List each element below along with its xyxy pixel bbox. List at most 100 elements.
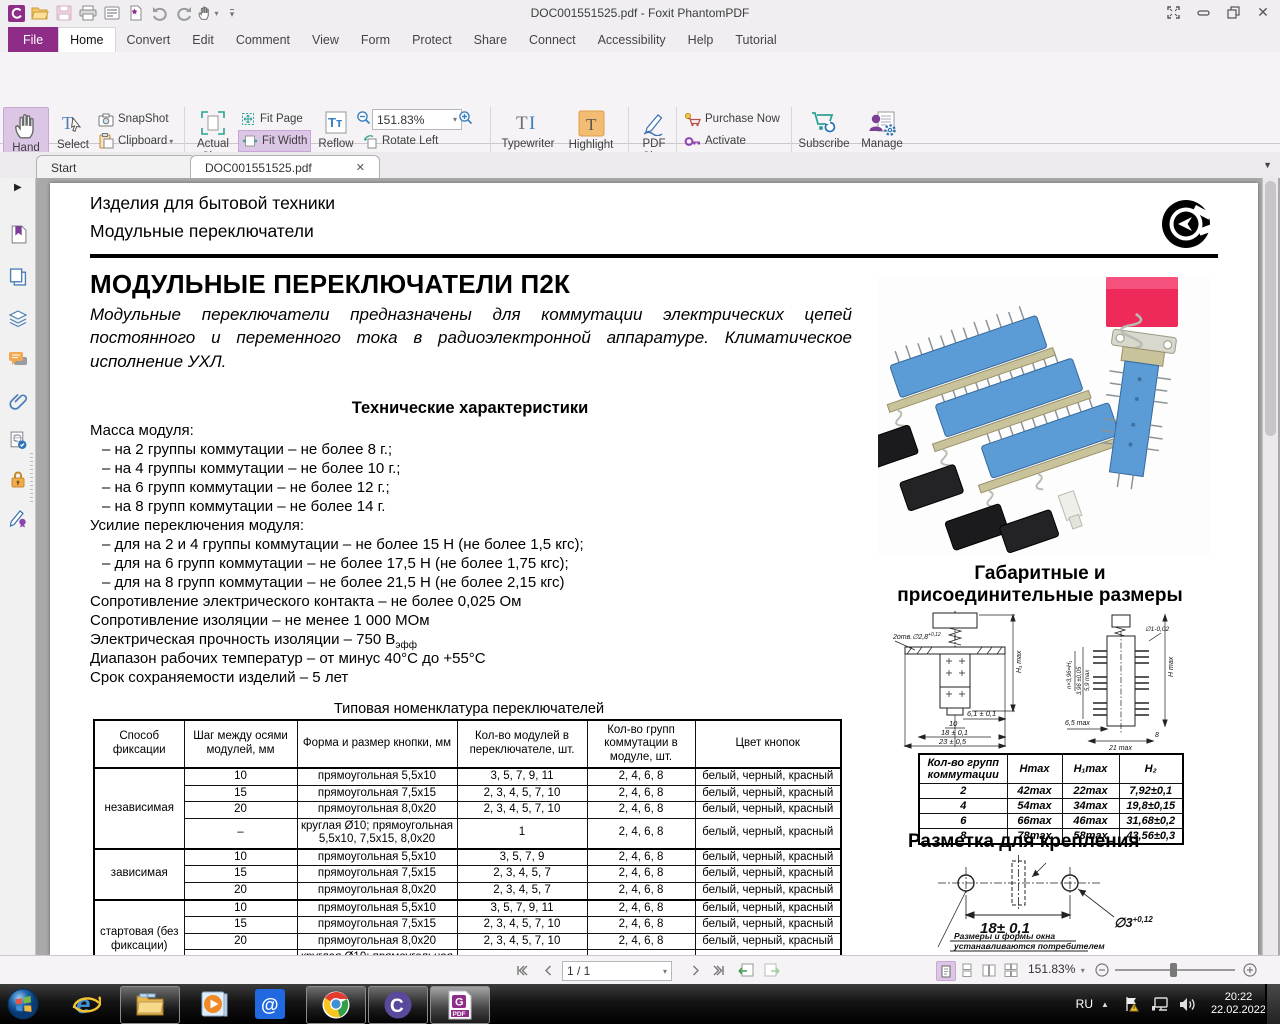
- zoom-out-button[interactable]: [356, 110, 371, 125]
- tab-view[interactable]: View: [301, 27, 350, 52]
- table-cell: 2, 4, 6, 8: [587, 866, 695, 883]
- tab-file[interactable]: File: [8, 27, 58, 52]
- pages-panel-button[interactable]: [7, 266, 29, 288]
- taskbar-clock[interactable]: 20:22 22.02.2022: [1211, 991, 1266, 1017]
- undo-button[interactable]: [149, 2, 171, 24]
- tab-tutorial[interactable]: Tutorial: [724, 27, 787, 52]
- first-page-button[interactable]: [512, 960, 532, 980]
- zoom-out-statusbar-button[interactable]: [1092, 960, 1112, 980]
- previous-view-button[interactable]: [736, 960, 756, 980]
- taskbar-windows-explorer[interactable]: [120, 986, 180, 1024]
- restore-button[interactable]: [1218, 0, 1248, 25]
- statusbar-zoom-value[interactable]: 151.83% ▾: [1028, 962, 1085, 976]
- purchase-now-button[interactable]: Purchase Now: [684, 109, 780, 129]
- highlight-icon: T: [578, 110, 605, 137]
- security-panel-button[interactable]: [7, 468, 29, 490]
- action-center-flag-icon[interactable]: [1124, 996, 1141, 1012]
- expand-panel-arrow[interactable]: ▶: [14, 182, 22, 193]
- tab-document[interactable]: DOC001551525.pdf ✕: [190, 155, 380, 179]
- tab-connect[interactable]: Connect: [518, 27, 587, 52]
- tab-list-dropdown[interactable]: ▼: [1263, 160, 1272, 170]
- tab-start-page[interactable]: Start: [36, 155, 196, 179]
- tab-comment[interactable]: Comment: [225, 27, 301, 52]
- comments-panel-button[interactable]: [7, 349, 29, 371]
- create-pdf-button[interactable]: [125, 2, 147, 24]
- taskbar-media-player[interactable]: [192, 986, 236, 1022]
- table-cell: 2, 4, 6, 8: [587, 849, 695, 866]
- spec-line: – на 2 группы коммутации – не более 8 г.…: [102, 440, 392, 459]
- fullscreen-button[interactable]: [1158, 0, 1188, 25]
- tab-convert[interactable]: Convert: [116, 27, 182, 52]
- snapshot-button[interactable]: SnapShot: [98, 109, 169, 129]
- taskbar-mail[interactable]: @: [248, 986, 292, 1022]
- taskbar-utorrent[interactable]: C: [368, 986, 428, 1024]
- volume-icon[interactable]: [1179, 997, 1196, 1012]
- scrollbar-thumb[interactable]: [1265, 181, 1276, 436]
- continuous-view-button[interactable]: [958, 961, 976, 979]
- facing-view-button[interactable]: [980, 961, 998, 979]
- continuous-facing-view-button[interactable]: [1002, 961, 1020, 979]
- save-button[interactable]: [53, 2, 75, 24]
- tab-share[interactable]: Share: [463, 27, 518, 52]
- open-file-button[interactable]: [29, 2, 51, 24]
- signature-panel-button[interactable]: [7, 507, 29, 529]
- close-tab-icon[interactable]: ✕: [356, 161, 365, 174]
- page-number-combo[interactable]: 1 / 1▾: [562, 961, 672, 981]
- previous-page-button[interactable]: [538, 960, 558, 980]
- minimize-button[interactable]: [1188, 0, 1218, 25]
- document-properties-button[interactable]: [101, 2, 123, 24]
- foxit-logo-icon[interactable]: [5, 2, 27, 24]
- page-number-value: 1 / 1: [567, 964, 590, 978]
- svg-text:5,9 max: 5,9 max: [1085, 669, 1091, 691]
- taskbar-chrome[interactable]: [306, 986, 366, 1024]
- network-icon[interactable]: [1151, 997, 1169, 1012]
- tab-edit[interactable]: Edit: [181, 27, 225, 52]
- bookmarks-panel-button[interactable]: [7, 223, 29, 245]
- clipboard-button[interactable]: Clipboard ▾: [98, 131, 173, 151]
- show-desktop-button[interactable]: [1265, 984, 1280, 1024]
- layers-panel-button[interactable]: [7, 308, 29, 330]
- start-button[interactable]: [4, 986, 42, 1022]
- single-page-view-button[interactable]: [936, 961, 956, 981]
- table-cell: 1: [457, 818, 587, 849]
- table-cell: 20: [184, 933, 297, 950]
- hand-tool-quick-button[interactable]: ▾: [197, 2, 219, 24]
- zoom-level-combo[interactable]: 151.83%▾: [372, 109, 462, 130]
- hand-tool-dropdown[interactable]: ▾: [214, 9, 218, 18]
- table-cell: 2: [919, 784, 1007, 799]
- table-cell: белый, черный, красный: [695, 933, 841, 950]
- tab-help[interactable]: Help: [677, 27, 725, 52]
- taskbar-foxit-phantompdf[interactable]: G PDF: [430, 986, 490, 1024]
- close-button[interactable]: ✕: [1248, 0, 1278, 25]
- tray-expand-arrow[interactable]: ▲: [1101, 1000, 1109, 1009]
- tab-protect[interactable]: Protect: [401, 27, 463, 52]
- vertical-scrollbar[interactable]: [1262, 178, 1278, 955]
- explorer-folder-icon: [135, 992, 165, 1018]
- rotate-left-button[interactable]: Rotate Left: [362, 131, 438, 151]
- table-row: 20прямоугольная 8,0х202, 3, 4, 5, 72, 4,…: [94, 882, 841, 899]
- redo-button[interactable]: [173, 2, 195, 24]
- activate-button[interactable]: Activate: [684, 131, 746, 151]
- fit-page-button[interactable]: Fit Page: [240, 109, 303, 129]
- fit-width-button[interactable]: Fit Width: [238, 130, 311, 152]
- tab-accessibility[interactable]: Accessibility: [587, 27, 677, 52]
- tab-home[interactable]: Home: [58, 27, 115, 53]
- customize-quick-access-button[interactable]: ▾: [221, 2, 243, 24]
- clipboard-dropdown[interactable]: ▾: [169, 137, 173, 146]
- last-page-button[interactable]: [708, 960, 728, 980]
- next-view-button[interactable]: [762, 960, 782, 980]
- zoom-slider-handle[interactable]: [1170, 963, 1177, 977]
- attachments-panel-button[interactable]: [7, 390, 29, 412]
- print-button[interactable]: [77, 2, 99, 24]
- digital-ids-panel-button[interactable]: [7, 429, 29, 451]
- zoom-in-button[interactable]: [458, 110, 473, 125]
- zoom-in-statusbar-button[interactable]: [1240, 960, 1260, 980]
- svg-text:10: 10: [949, 719, 958, 728]
- table-cell: прямоугольная 5,5х10: [297, 900, 457, 917]
- next-page-button[interactable]: [686, 960, 706, 980]
- language-indicator[interactable]: RU: [1076, 997, 1093, 1011]
- taskbar-internet-explorer[interactable]: e: [64, 986, 108, 1022]
- sidebar-resize-handle[interactable]: [30, 453, 33, 503]
- svg-text:G: G: [455, 997, 464, 1009]
- tab-form[interactable]: Form: [350, 27, 401, 52]
